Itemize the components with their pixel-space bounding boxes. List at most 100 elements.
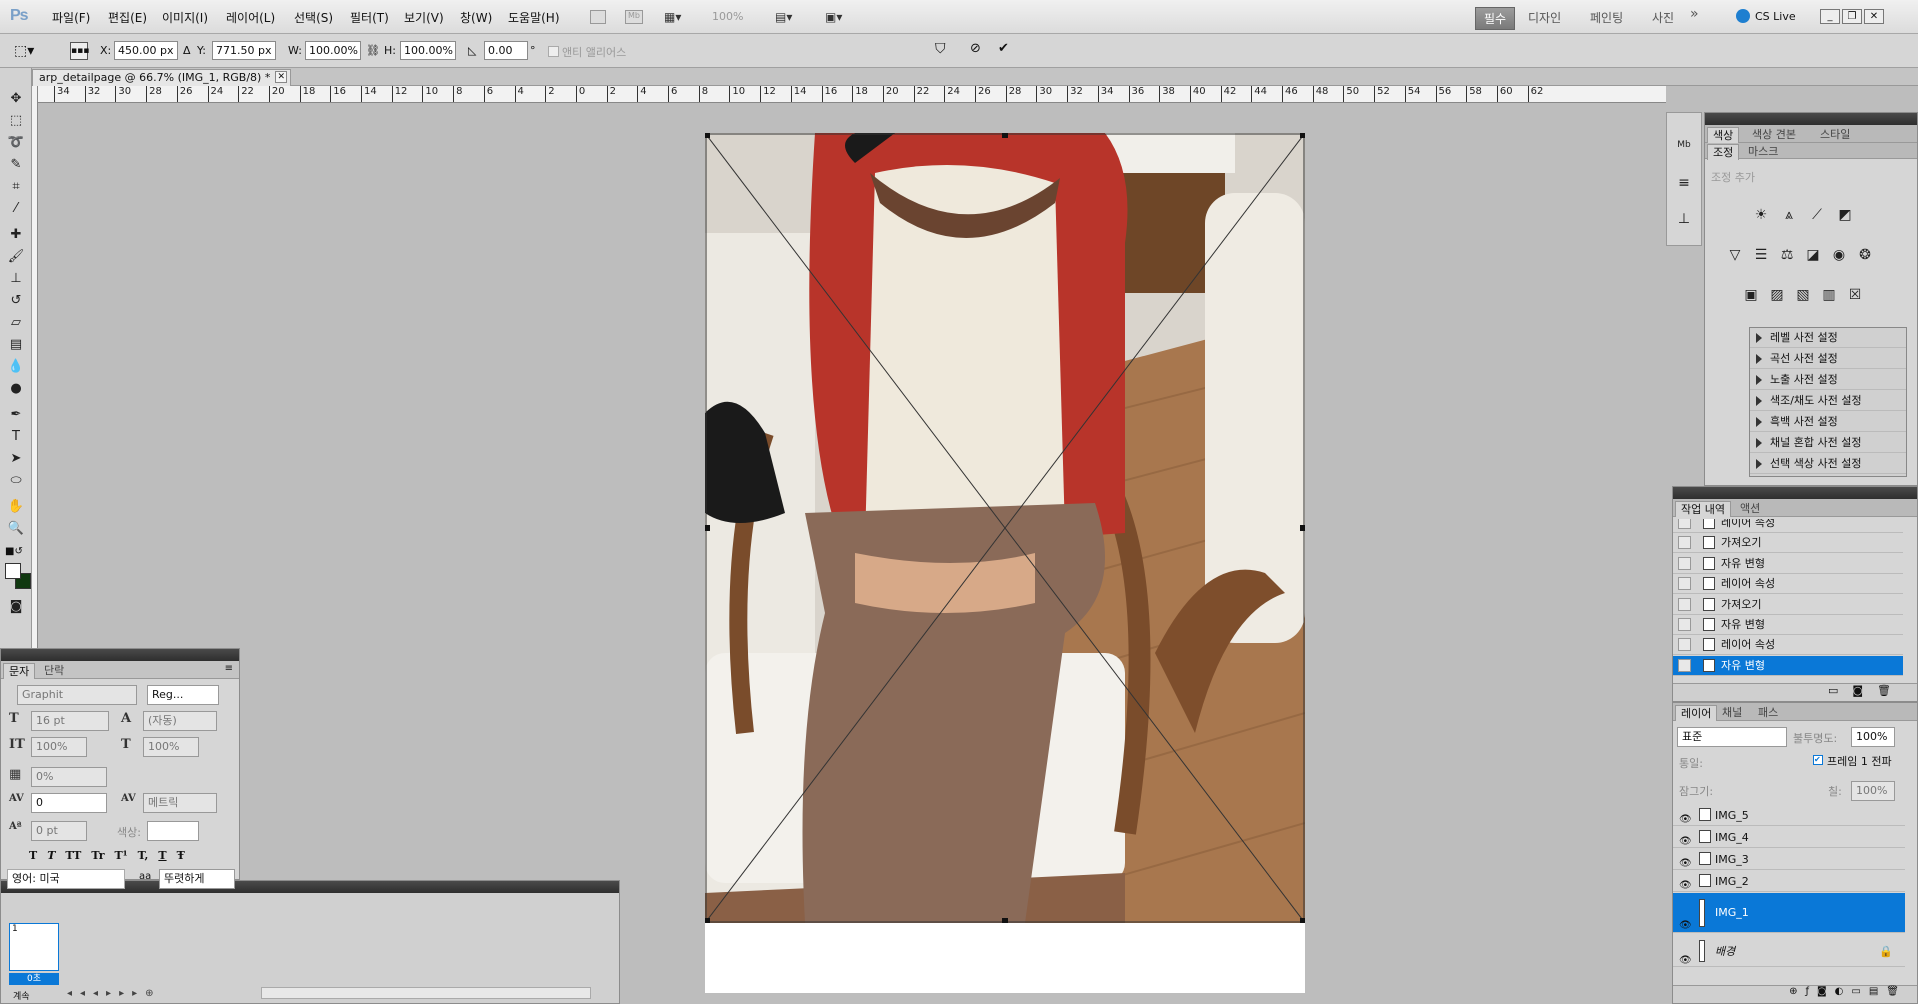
gradient-tool-icon[interactable]: ▤ (7, 336, 25, 354)
curves-icon[interactable]: ⟋ (1807, 205, 1827, 225)
frame-delay[interactable]: 0초 (9, 973, 59, 985)
vibrance-icon[interactable]: ▽ (1725, 245, 1745, 265)
faux-italic-button[interactable]: T (47, 849, 55, 862)
leading-input[interactable]: (자동) (143, 711, 217, 731)
tab-character[interactable]: 문자 (3, 663, 36, 679)
document-tab[interactable]: arp_detailpage @ 66.7% (IMG_1, RGB/8) * … (32, 69, 292, 86)
workspace-painting[interactable]: 페인팅 (1582, 7, 1631, 28)
history-item[interactable]: 레이어 속성 (1673, 635, 1903, 656)
brush-tool-icon[interactable]: 🖌 (7, 248, 25, 266)
font-style-select[interactable]: Reg... (147, 685, 219, 705)
menu-select[interactable]: 선택(S) (294, 9, 333, 26)
w-input[interactable]: 100.00% (305, 41, 361, 60)
superscript-button[interactable]: T¹ (115, 849, 128, 862)
snapshot-source-checkbox[interactable] (1678, 597, 1691, 611)
tab-channels[interactable]: 채널 (1717, 705, 1747, 721)
layer-row[interactable]: 👁 IMG_2 (1673, 871, 1905, 892)
color-balance-icon[interactable]: ⚖ (1777, 245, 1797, 265)
workspace-essentials[interactable]: 필수 (1475, 7, 1516, 30)
blend-mode-select[interactable]: 표준 (1677, 727, 1787, 747)
text-color-swatch[interactable] (147, 821, 199, 841)
delta-icon[interactable]: Δ (183, 44, 191, 57)
workspace-design[interactable]: 디자인 (1520, 7, 1569, 28)
menu-file[interactable]: 파일(F) (52, 9, 90, 26)
restore-button[interactable]: ❐ (1842, 9, 1862, 24)
propagate-frame-checkbox[interactable]: ✔ (1813, 755, 1823, 765)
snapshot-source-checkbox[interactable] (1678, 618, 1691, 631)
history-item[interactable]: 자유 변형 (1673, 615, 1903, 635)
tab-history[interactable]: 작업 내역 (1675, 501, 1731, 517)
crop-tool-icon[interactable]: ⌗ (7, 178, 25, 196)
x-input[interactable]: 450.00 px (114, 41, 178, 60)
preset-item[interactable]: 레벨 사전 설정 (1750, 328, 1906, 348)
reference-point-icon[interactable]: ▪▪▪ (70, 42, 89, 60)
quick-select-icon[interactable]: ✎ (7, 156, 25, 174)
fill-input[interactable]: 100% (1851, 781, 1895, 801)
clone-source-icon[interactable]: ⊥ (1674, 209, 1694, 229)
link-icon[interactable]: ⛓ (366, 44, 380, 57)
antialias-select[interactable]: 뚜렷하게 (159, 869, 235, 889)
tab-masks[interactable]: 마스크 (1743, 144, 1783, 160)
tab-layers[interactable]: 레이어 (1675, 705, 1718, 721)
tab-color[interactable]: 색상 (1707, 127, 1740, 143)
menu-help[interactable]: 도움말(H) (508, 9, 560, 26)
layer-row[interactable]: 👁 IMG_3 (1673, 849, 1905, 870)
dodge-tool-icon[interactable]: ● (7, 380, 25, 398)
antialias-checkbox[interactable] (548, 46, 559, 57)
minibridge-panel-icon[interactable]: Mb (1674, 135, 1694, 155)
photo-filter-icon[interactable]: ◉ (1829, 245, 1849, 265)
hue-saturation-icon[interactable]: ☰ (1751, 245, 1771, 265)
menu-image[interactable]: 이미지(I) (162, 9, 208, 26)
tsume-input[interactable]: 0% (31, 767, 107, 787)
snapshot-source-checkbox[interactable] (1678, 519, 1691, 529)
frame-thumbnail[interactable]: 1 (9, 923, 59, 971)
transform-tool-icon[interactable]: ⬚▾ (14, 43, 34, 59)
marquee-tool-icon[interactable]: ⬚ (7, 112, 25, 130)
channel-mixer-icon[interactable]: ❂ (1855, 245, 1875, 265)
close-button[interactable]: ✕ (1864, 9, 1884, 24)
layer-row[interactable]: 👁 IMG_5 (1673, 805, 1905, 826)
preset-item[interactable]: 흑백 사전 설정 (1750, 412, 1906, 432)
cancel-transform-icon[interactable]: ⊘ (970, 41, 981, 56)
layer-row[interactable]: 👁 배경 🔒 (1673, 937, 1905, 967)
brightness-icon[interactable]: ☀ (1751, 205, 1771, 225)
snapshot-source-checkbox[interactable] (1678, 658, 1691, 672)
view-extras-icon[interactable]: ▦▾ (664, 10, 692, 24)
font-family-select[interactable]: Graphit (17, 685, 137, 705)
history-footer[interactable]: ▭◙🗑 (1673, 683, 1917, 701)
menu-view[interactable]: 보기(V) (404, 9, 444, 26)
tab-paragraph[interactable]: 단락 (39, 663, 69, 679)
history-item[interactable]: 레이어 속성 (1673, 519, 1903, 533)
path-select-icon[interactable]: ➤ (7, 450, 25, 468)
levels-icon[interactable]: ⩓ (1779, 205, 1799, 225)
tab-actions[interactable]: 액션 (1735, 501, 1765, 517)
warp-icon[interactable]: ⛉ (935, 41, 946, 57)
vscale-input[interactable]: 100% (31, 737, 87, 757)
eyedropper-icon[interactable]: ⁄ (7, 200, 25, 218)
transform-bounding-box[interactable] (705, 133, 1305, 923)
preset-item[interactable]: 채널 혼합 사전 설정 (1750, 433, 1906, 453)
angle-input[interactable]: 0.00 (484, 41, 528, 60)
close-tab-icon[interactable]: ✕ (275, 71, 288, 83)
arrange-docs-icon[interactable]: ▤▾ (775, 10, 803, 24)
stamp-tool-icon[interactable]: ⊥ (7, 270, 25, 288)
history-item[interactable]: 레이어 속성 (1673, 574, 1903, 595)
language-select[interactable]: 영어: 미국 (7, 869, 125, 889)
menu-edit[interactable]: 편집(E) (108, 9, 147, 26)
menu-window[interactable]: 창(W) (460, 9, 492, 26)
loop-select[interactable]: 계속 (13, 989, 30, 1002)
history-item[interactable]: 자유 변형 (1673, 554, 1903, 574)
workspace-more[interactable]: » (1682, 4, 1707, 24)
kerning-select[interactable]: 메트릭 (143, 793, 217, 813)
underline-button[interactable]: T (158, 849, 166, 862)
h-input[interactable]: 100.00% (400, 41, 456, 60)
snapshot-source-checkbox[interactable] (1678, 577, 1691, 591)
minibridge-icon[interactable]: Mb (625, 10, 643, 24)
layer-row[interactable]: 👁 IMG_4 (1673, 827, 1905, 848)
all-caps-button[interactable]: TT (65, 849, 81, 862)
foreground-color-swatch[interactable] (5, 563, 21, 579)
preset-item[interactable]: 선택 색상 사전 설정 (1750, 454, 1906, 474)
shape-tool-icon[interactable]: ⬭ (7, 472, 25, 490)
tab-adjustments[interactable]: 조정 (1707, 144, 1740, 160)
blur-tool-icon[interactable]: 💧 (7, 358, 25, 376)
